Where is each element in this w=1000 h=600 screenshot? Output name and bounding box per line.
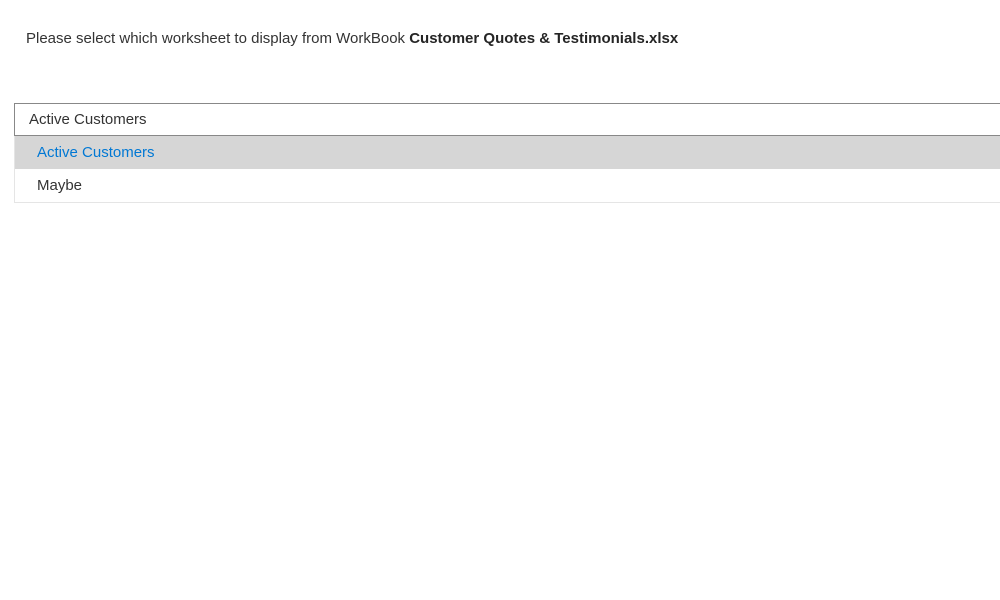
worksheet-prompt: Please select which worksheet to display…	[0, 0, 1000, 47]
workbook-filename: Customer Quotes & Testimonials.xlsx	[409, 30, 678, 47]
worksheet-dropdown[interactable]: Active Customers Active Customers Maybe	[14, 103, 1000, 203]
prompt-prefix: Please select which worksheet to display…	[26, 30, 409, 47]
dropdown-option-maybe[interactable]: Maybe	[15, 169, 1000, 202]
dropdown-selected-value[interactable]: Active Customers	[14, 103, 1000, 136]
dropdown-option-active-customers[interactable]: Active Customers	[15, 136, 1000, 169]
dropdown-options-list: Active Customers Maybe	[14, 136, 1000, 203]
